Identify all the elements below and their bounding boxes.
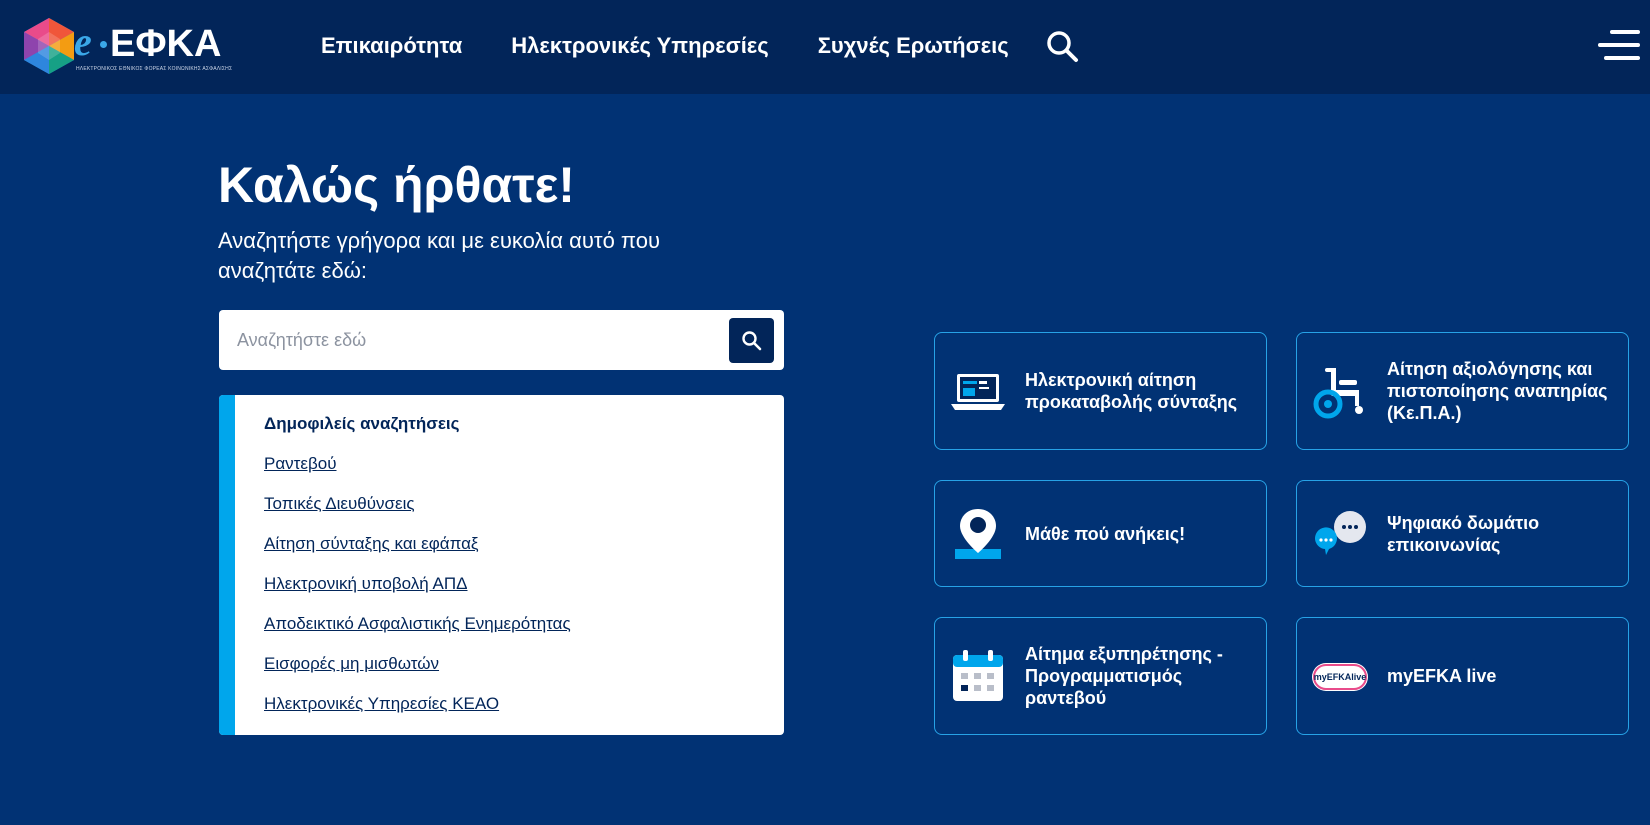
wheelchair-icon (1313, 368, 1363, 419)
hero-subtitle: Αναζητήστε γρήγορα και με ευκολία αυτό π… (218, 228, 661, 283)
efka-logo[interactable]: e ΕΦΚΑ ΗΛΕΚΤΡΟΝΙΚΟΣ ΕΘΝΙΚΟΣ ΦΟΡΕΑΣ ΚΟΙΝΩ… (20, 14, 232, 78)
card-label: myEFKA live (1387, 666, 1497, 686)
list-item: Εισφορές μη μισθωτών (264, 653, 571, 693)
card-label: Αίτηση αξιολόγησης και πιστοποίησης αναπ… (1387, 359, 1608, 423)
nav-item-e-services[interactable]: Ηλεκτρονικές Υπηρεσίες (511, 30, 768, 64)
card-label: Αίτημα εξυπηρέτησης - Προγραμματισμός ρα… (1025, 644, 1223, 708)
card-label: Ηλεκτρονική αίτηση προκαταβολής σύνταξης (1025, 370, 1238, 412)
card-label: Ψηφιακό δωμάτιο επικοινωνίας (1387, 512, 1540, 555)
page-title: Καλώς ήρθατε! (218, 157, 575, 213)
hamburger-menu-icon[interactable] (1598, 28, 1640, 62)
logo-dot (100, 41, 107, 48)
search-icon[interactable] (1045, 29, 1079, 63)
svg-text:myEFKAlive: myEFKAlive (1314, 672, 1367, 682)
popular-searches-panel: Δημοφιλείς αναζητήσεις Ραντεβού Τοπικές … (219, 395, 784, 735)
search-input[interactable] (219, 310, 709, 370)
card-appointment-scheduling[interactable]: Αίτημα εξυπηρέτησης - Προγραμματισμός ρα… (934, 617, 1267, 735)
card-label: Μάθε πού ανήκεις! (1025, 523, 1186, 544)
search-box (219, 310, 784, 370)
popular-accent-bar (219, 395, 235, 735)
card-pension-advance[interactable]: Ηλεκτρονική αίτηση προκαταβολής σύνταξης (934, 332, 1267, 450)
popular-link-insurance-certificate[interactable]: Αποδεικτικό Ασφαλιστικής Ενημερότητας (264, 614, 571, 633)
efka-hexagon-logo-icon (24, 18, 74, 74)
site-header: e ΕΦΚΑ ΗΛΕΚΤΡΟΝΙΚΟΣ ΕΘΝΙΚΟΣ ΦΟΡΕΑΣ ΚΟΙΝΩ… (0, 0, 1650, 94)
popular-link-appointment[interactable]: Ραντεβού (264, 454, 337, 473)
card-where-you-belong[interactable]: Μάθε πού ανήκεις! (934, 480, 1267, 587)
main-nav: Επικαιρότητα Ηλεκτρονικές Υπηρεσίες Συχν… (321, 30, 1058, 64)
card-myefka-live[interactable]: myEFKAlive myEFKA live (1296, 617, 1629, 735)
nav-item-news[interactable]: Επικαιρότητα (321, 30, 462, 64)
location-pin-icon (955, 508, 1001, 559)
laptop-icon (951, 374, 1005, 410)
popular-link-non-salaried-contributions[interactable]: Εισφορές μη μισθωτών (264, 654, 439, 673)
list-item: Ραντεβού (264, 453, 571, 493)
myefka-live-logo: myEFKAlive (1312, 663, 1368, 691)
card-digital-communication-room[interactable]: Ψηφιακό δωμάτιο επικοινωνίας (1296, 480, 1629, 587)
popular-link-pension-application[interactable]: Αίτηση σύνταξης και εφάπαξ (264, 534, 479, 553)
search-submit-button[interactable] (729, 318, 774, 363)
card-disability-assessment[interactable]: Αίτηση αξιολόγησης και πιστοποίησης αναπ… (1296, 332, 1629, 450)
list-item: Αποδεικτικό Ασφαλιστικής Ενημερότητας (264, 613, 571, 653)
calendar-icon (953, 650, 1003, 701)
list-item: Τοπικές Διευθύνσεις (264, 493, 571, 533)
popular-searches-title: Δημοφιλείς αναζητήσεις (264, 414, 460, 433)
popular-searches-list: Ραντεβού Τοπικές Διευθύνσεις Αίτηση σύντ… (264, 453, 571, 733)
logo-subtitle: ΗΛΕΚΤΡΟΝΙΚΟΣ ΕΘΝΙΚΟΣ ΦΟΡΕΑΣ ΚΟΙΝΩΝΙΚΗΣ Α… (76, 66, 233, 72)
list-item: Αίτηση σύνταξης και εφάπαξ (264, 533, 571, 573)
list-item: Ηλεκτρονικές Υπηρεσίες ΚΕΑΟ (264, 693, 571, 733)
nav-item-faq[interactable]: Συχνές Ερωτήσεις (818, 30, 1009, 64)
popular-link-local-addresses[interactable]: Τοπικές Διευθύνσεις (264, 494, 415, 513)
search-icon (742, 331, 762, 351)
chat-bubbles-icon (1314, 510, 1366, 555)
logo-wordmark: ΕΦΚΑ (110, 23, 222, 65)
list-item: Ηλεκτρονική υποβολή ΑΠΔ (264, 573, 571, 613)
popular-link-apd-submission[interactable]: Ηλεκτρονική υποβολή ΑΠΔ (264, 574, 468, 593)
popular-link-keao-services[interactable]: Ηλεκτρονικές Υπηρεσίες ΚΕΑΟ (264, 694, 499, 713)
logo-prefix: e (74, 19, 92, 64)
